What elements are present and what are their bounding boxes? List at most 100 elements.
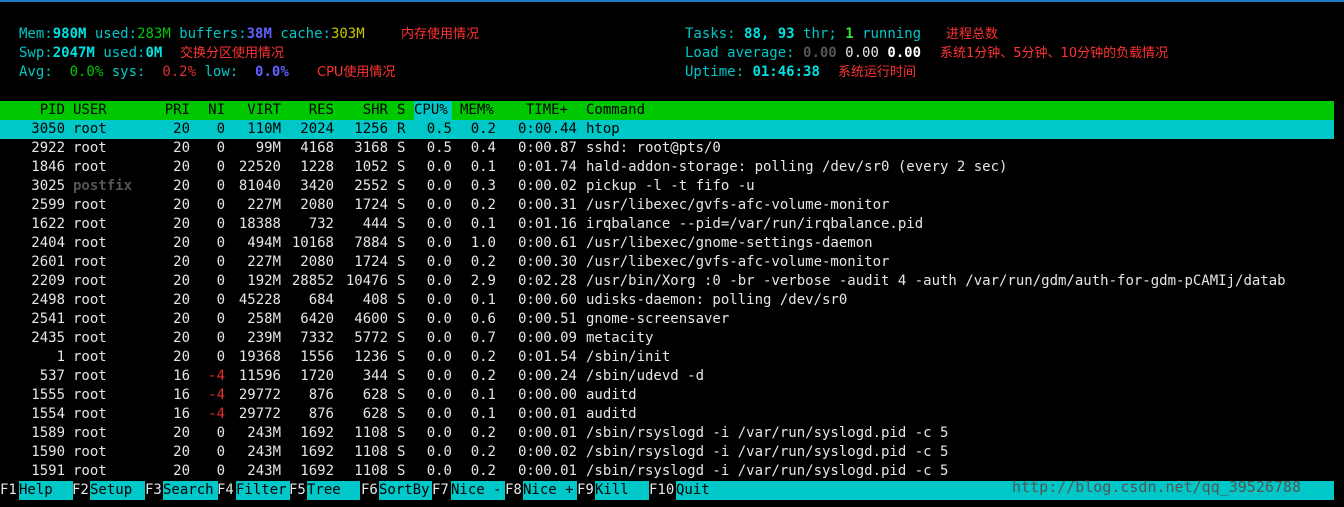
col-mem[interactable]: MEM%	[460, 101, 494, 120]
process-row[interactable]: 2599 root 20 0 227M 2080 1724 S 0.0 0.2 0:00.31/us…	[0, 196, 1334, 215]
fkey-help-label[interactable]: Help	[19, 481, 73, 500]
cell-pri: 20	[173, 197, 190, 213]
cell-res: 876	[308, 406, 334, 422]
fkey-tree-label[interactable]: Tree	[307, 481, 360, 500]
col-ni[interactable]: NI	[190, 101, 225, 120]
cell-pid: 3050	[31, 121, 65, 137]
cell-cpu: 0.0	[426, 406, 452, 422]
process-row[interactable]: 1589 root 20 0 243M 1692 1108 S 0.0 0.2 0:00.01/sb…	[0, 424, 1334, 443]
process-row[interactable]: 2404 root 20 0 494M 10168 7884 S 0.0 1.0 0:00.61/u…	[0, 234, 1334, 253]
col-cpu-sorted[interactable]: CPU%	[414, 101, 452, 120]
process-row[interactable]: 3050 root 20 0 110M 2024 1256 R 0.5 0.2 0:00.44 hto…	[0, 120, 1334, 139]
process-row[interactable]: 3025 postfix 20 0 81040 3420 2552 S 0.0 0.3 0:00.0…	[0, 177, 1334, 196]
process-row[interactable]: 2922 root 20 0 99M 4168 3168 S 0.5 0.4 0:00.87 sshd…	[0, 139, 1334, 158]
cell-mem: 0.1	[470, 406, 496, 422]
fkey-f7[interactable]: F7	[432, 481, 449, 500]
fkey-nice-label[interactable]: Nice -	[451, 481, 505, 500]
fkey-f2[interactable]: F2	[72, 481, 89, 500]
fkey-f10[interactable]: F10	[649, 481, 674, 500]
cell-res: 732	[308, 216, 334, 232]
mem-annotation: 内存使用情况	[401, 27, 480, 42]
fkey-f3[interactable]: F3	[145, 481, 162, 500]
col-virt[interactable]: VIRT	[225, 101, 281, 120]
fkey-f9[interactable]: F9	[577, 481, 594, 500]
cell-res: 876	[308, 387, 334, 403]
cell-mem: 0.1	[470, 292, 496, 308]
cell-pri: 20	[173, 311, 190, 327]
cell-cpu: 0.0	[426, 235, 452, 251]
tasks-count: 88,	[744, 26, 770, 42]
cell-ni: 0	[216, 254, 225, 270]
cell-user: root	[73, 140, 107, 156]
mem-label: Mem:	[19, 26, 53, 42]
cell-shr: 1724	[354, 197, 388, 213]
col-state[interactable]: S	[397, 101, 405, 120]
cell-ni: 0	[216, 330, 225, 346]
cell-res: 10168	[291, 235, 334, 251]
process-row[interactable]: 1622 root 20 0 18388 732 444 S 0.0 0.1 0:01.16 irqb…	[0, 215, 1334, 234]
process-row[interactable]: 2498 root 20 0 45228 684 408 S 0.0 0.1 0:00.60 udis…	[0, 291, 1334, 310]
cell-pid: 1590	[31, 444, 65, 460]
tasks-threads: 93	[777, 26, 795, 42]
cell-user: root	[73, 387, 107, 403]
cell-ni: -4	[208, 368, 225, 384]
cell-mem: 0.1	[470, 387, 496, 403]
cell-pid: 537	[39, 368, 65, 384]
fkey-nice-label[interactable]: Nice +	[523, 481, 577, 500]
cell-mem: 0.2	[470, 463, 496, 479]
load-average-meter: Load average: 0.00 0.00 0.00	[685, 44, 921, 63]
cell-s: S	[397, 197, 406, 213]
cell-cmd: /usr/libexec/gnome-settings-daemon	[586, 235, 873, 251]
cell-time: 0:00.02	[517, 444, 577, 460]
cell-ni: 0	[216, 425, 225, 441]
cell-virt: 22520	[238, 159, 281, 175]
cell-virt: 494M	[247, 235, 281, 251]
process-row[interactable]: 2435 root 20 0 239M 7332 5772 S 0.0 0.7 0:00.09 met…	[0, 329, 1334, 348]
cell-shr: 408	[362, 292, 388, 308]
fkey-f5[interactable]: F5	[289, 481, 306, 500]
process-row[interactable]: 2541 root 20 0 258M 6420 4600 S 0.0 0.6 0:00.51 gno…	[0, 310, 1334, 329]
cell-time: 0:01.74	[517, 159, 577, 175]
cell-mem: 0.6	[470, 311, 496, 327]
cell-ni: 0	[216, 140, 225, 156]
fkey-f8[interactable]: F8	[505, 481, 522, 500]
col-command[interactable]: Command	[586, 101, 645, 120]
process-row[interactable]: 537 root 16 -4 11596 1720 344 S 0.0 0.2 0:00.24/sb…	[0, 367, 1334, 386]
cell-virt: 29772	[238, 406, 281, 422]
cell-virt: 192M	[247, 273, 281, 289]
col-res[interactable]: RES	[281, 101, 334, 120]
process-row[interactable]: 1554 root 16 -4 29772 876 628 S 0.0 0.1 0:00.01 aud…	[0, 405, 1334, 424]
fkey-sortby-label[interactable]: SortBy	[379, 481, 432, 500]
cell-pri: 20	[173, 292, 190, 308]
cell-res: 1556	[300, 349, 334, 365]
cell-cmd: /sbin/rsyslogd -i /var/run/syslogd.pid -…	[586, 463, 949, 479]
cell-cpu: 0.0	[426, 349, 452, 365]
col-pri[interactable]: PRI	[150, 101, 190, 120]
process-row[interactable]: 1 root 20 0 19368 1556 1236 S 0.0 0.2 0:01.54/sbin…	[0, 348, 1334, 367]
cell-pid: 2498	[31, 292, 65, 308]
cell-time: 0:00.87	[517, 140, 577, 156]
cell-virt: 227M	[247, 254, 281, 270]
fkey-f4[interactable]: F4	[217, 481, 234, 500]
col-shr[interactable]: SHR	[334, 101, 388, 120]
cell-res: 684	[308, 292, 334, 308]
fkey-f6[interactable]: F6	[361, 481, 378, 500]
process-row[interactable]: 1846 root 20 0 22520 1228 1052 S 0.0 0.1 0:01.74 ha…	[0, 158, 1334, 177]
process-row[interactable]: 1555 root 16 -4 29772 876 628 S 0.0 0.1 0:00.00 aud…	[0, 386, 1334, 405]
fkey-f1[interactable]: F1	[0, 481, 17, 500]
fkey-kill-label[interactable]: Kill	[595, 481, 649, 500]
process-row[interactable]: 2601 root 20 0 227M 2080 1724 S 0.0 0.2 0:00.30/us…	[0, 253, 1334, 272]
cell-mem: 2.9	[470, 273, 496, 289]
cell-cmd: /sbin/rsyslogd -i /var/run/syslogd.pid -…	[586, 425, 949, 441]
col-user[interactable]: USER	[73, 101, 107, 120]
process-row[interactable]: 2209 root 20 0 192M 28852 10476 S 0.0 2.9 0:02.28 /…	[0, 272, 1334, 291]
col-time[interactable]: TIME+	[505, 101, 568, 120]
cell-pid: 1555	[31, 387, 65, 403]
fkey-search-label[interactable]: Search	[163, 481, 218, 500]
cell-s: S	[397, 406, 406, 422]
cell-cpu: 0.0	[426, 463, 452, 479]
process-row[interactable]: 1590 root 20 0 243M 1692 1108 S 0.0 0.2 0:00.02/sb…	[0, 443, 1334, 462]
col-pid[interactable]: PID	[0, 101, 65, 120]
fkey-filter-label[interactable]: Filter	[236, 481, 290, 500]
fkey-setup-label[interactable]: Setup	[90, 481, 145, 500]
